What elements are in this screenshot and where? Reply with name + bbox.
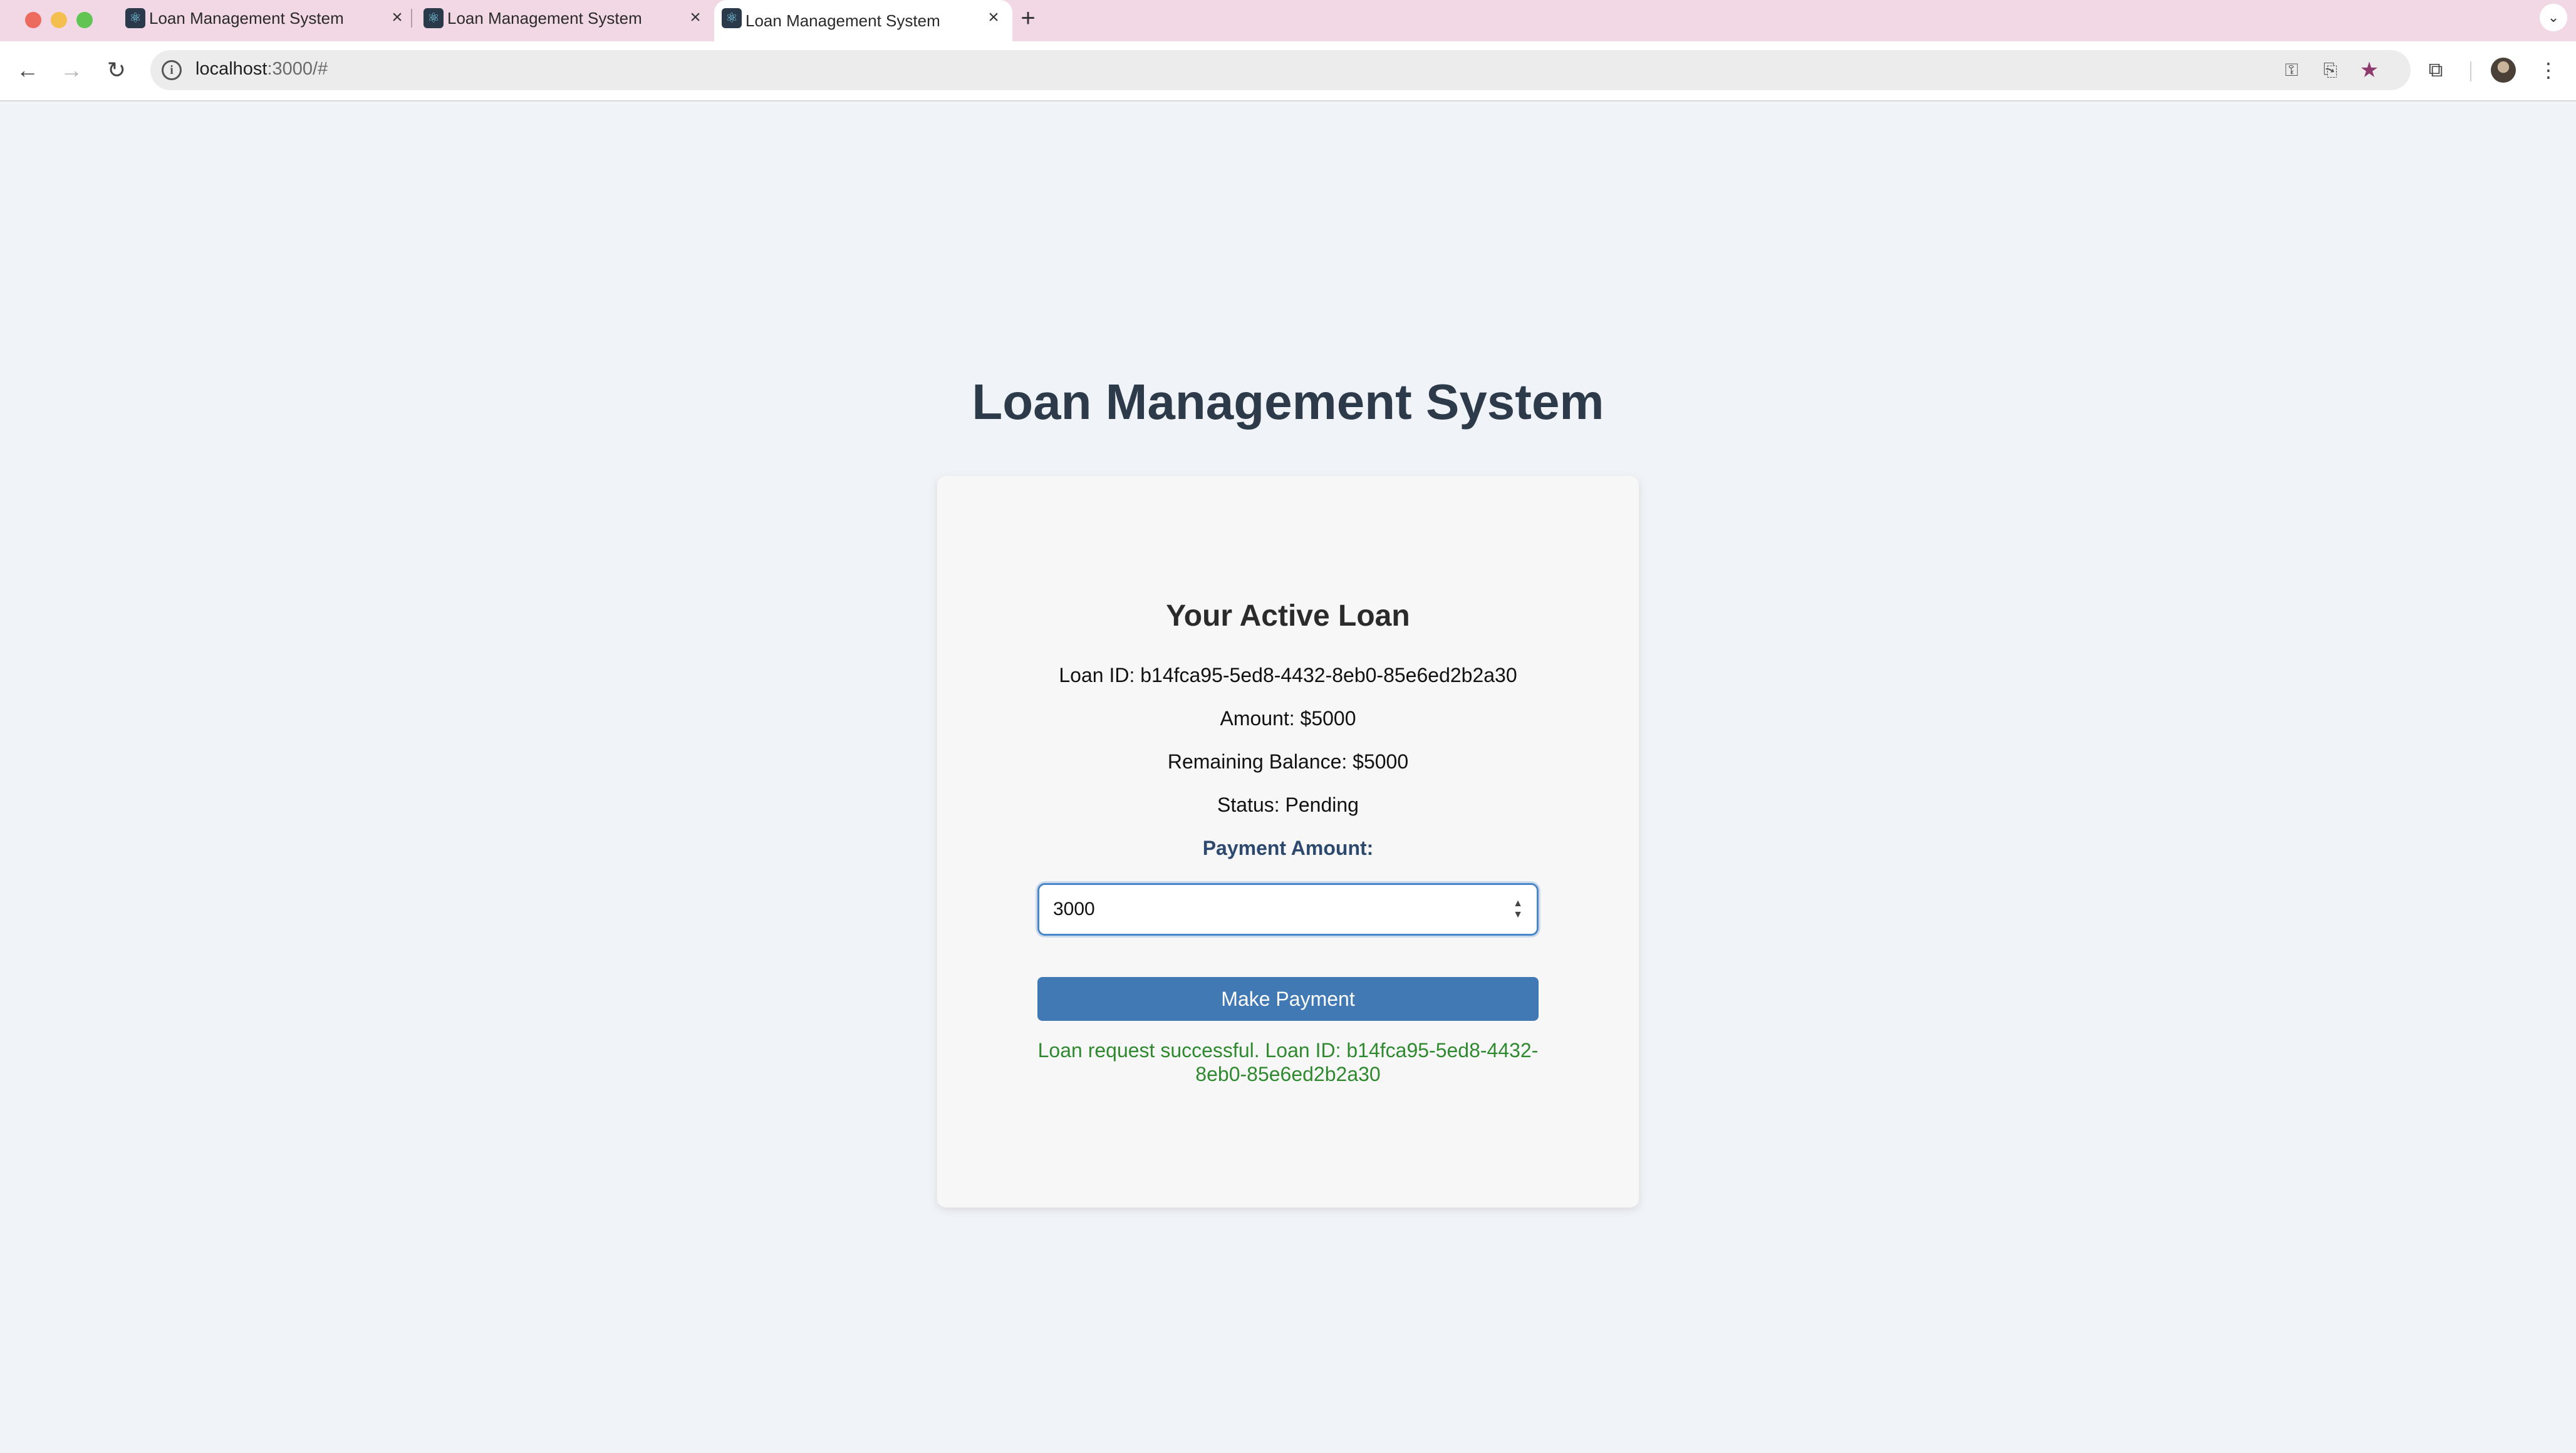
tab-list-icon[interactable]: ⌄ — [2540, 4, 2567, 31]
loan-id-text: Loan ID: b14fca95-5ed8-4432-8eb0-85e6ed2… — [1059, 664, 1517, 686]
install-app-icon[interactable]: ⎘ — [2318, 58, 2343, 83]
amount-text: Amount: $5000 — [1220, 707, 1356, 730]
site-info-icon[interactable]: i — [162, 60, 182, 80]
make-payment-button[interactable]: Make Payment — [1037, 977, 1539, 1021]
password-key-icon[interactable]: ⚿ — [2279, 58, 2304, 83]
url-host: localhost — [195, 59, 267, 79]
profile-avatar[interactable] — [2491, 58, 2516, 83]
url-path: :3000/# — [267, 59, 328, 79]
payment-amount-label: Payment Amount: — [1202, 837, 1374, 859]
reload-icon[interactable]: ↻ — [100, 54, 133, 86]
react-favicon-icon: ⚛ — [423, 8, 444, 28]
toolbar-divider — [2470, 61, 2471, 81]
browser-tab[interactable]: ⚛ Loan Management System × — [118, 0, 416, 36]
extensions-icon[interactable]: ⧉ — [2421, 55, 2451, 85]
browser-toolbar: ← → ↻ i localhost:3000/# ⚿ ⎘ ★ ⧉ ⋮ — [0, 41, 2576, 101]
react-favicon-icon: ⚛ — [722, 8, 742, 28]
forward-arrow-icon[interactable]: → — [55, 54, 88, 86]
payment-amount-field[interactable]: ▲▼ — [1037, 883, 1539, 936]
tab-close-icon[interactable]: × — [984, 7, 1004, 28]
tab-strip: ⚛ Loan Management System × ⚛ Loan Manage… — [0, 0, 2576, 41]
card-heading: Your Active Loan — [1166, 599, 1410, 633]
number-stepper-icon[interactable]: ▲ ▼ — [1510, 896, 1525, 923]
react-favicon-icon: ⚛ — [125, 8, 145, 28]
status-text: Status: Pending — [1217, 794, 1359, 816]
new-tab-button[interactable]: + — [1015, 4, 1041, 32]
tab-close-icon[interactable]: × — [387, 7, 407, 28]
browser-tab[interactable]: ⚛ Loan Management System × — [416, 0, 714, 36]
tab-close-icon[interactable]: × — [685, 7, 705, 28]
more-menu-icon[interactable]: ⋮ — [2533, 55, 2563, 85]
payment-amount-input[interactable] — [1053, 885, 1492, 934]
success-message: Loan request successful. Loan ID: b14fca… — [1037, 1039, 1539, 1085]
zoom-window-button[interactable] — [76, 12, 93, 28]
tab-title: Loan Management System — [745, 11, 940, 30]
browser-tab-active[interactable]: ⚛ Loan Management System × — [714, 0, 1012, 41]
minimize-window-button[interactable] — [51, 12, 67, 28]
page-title: Loan Management System — [972, 374, 1604, 430]
tab-separator — [411, 9, 412, 28]
close-window-button[interactable] — [25, 12, 41, 28]
tab-title: Loan Management System — [447, 8, 642, 28]
address-bar[interactable]: i localhost:3000/# ⚿ ⎘ ★ — [150, 50, 2411, 90]
back-arrow-icon[interactable]: ← — [11, 54, 44, 86]
url-text[interactable]: localhost:3000/# — [195, 59, 328, 80]
bookmark-star-icon[interactable]: ★ — [2357, 58, 2382, 83]
tab-title: Loan Management System — [149, 8, 344, 28]
remaining-balance-text: Remaining Balance: $5000 — [1167, 750, 1409, 773]
